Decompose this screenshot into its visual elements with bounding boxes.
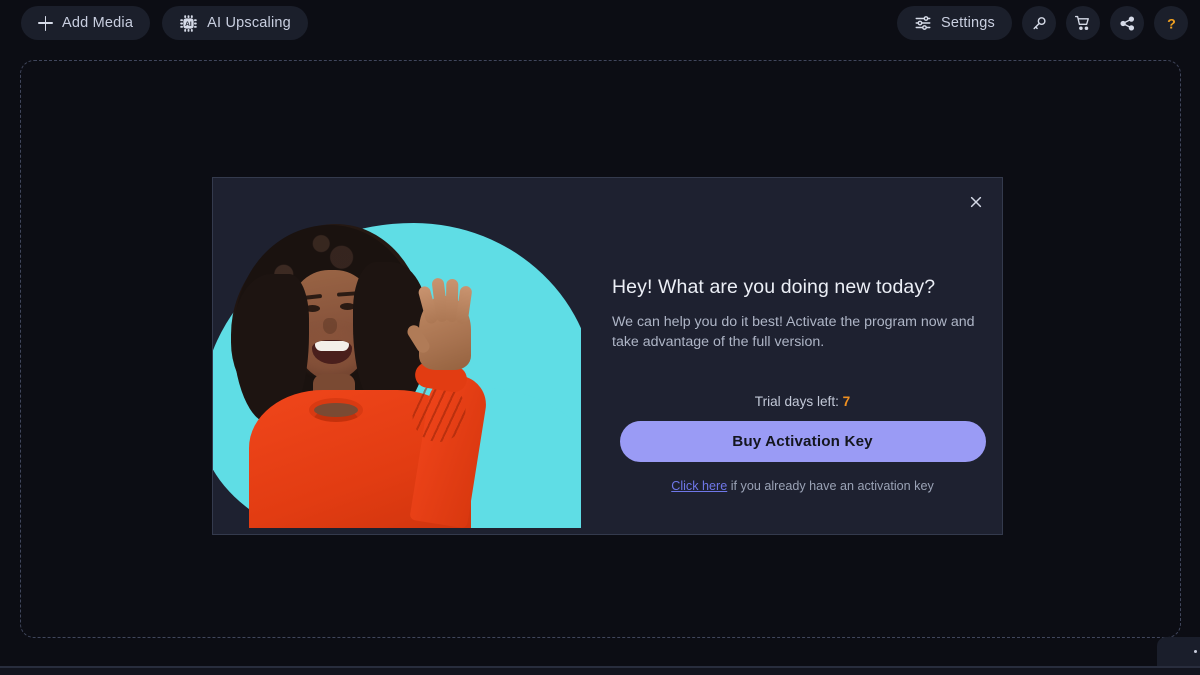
waving-woman-photo — [213, 178, 581, 534]
panel-indicator-dot — [1194, 650, 1197, 653]
dialog-content: Hey! What are you doing new today? We ca… — [601, 178, 1002, 534]
dialog-artwork — [213, 178, 581, 534]
sliders-icon — [914, 14, 932, 32]
question-mark-icon: ? — [1162, 14, 1181, 33]
settings-button[interactable]: Settings — [897, 6, 1012, 40]
activation-note-text: if you already have an activation key — [727, 479, 934, 493]
toolbar-left-group: Add Media AI AI Upscaling — [0, 6, 308, 40]
key-icon — [1031, 15, 1048, 32]
ai-upscaling-label: AI Upscaling — [207, 15, 291, 31]
dialog-title: Hey! What are you doing new today? — [612, 276, 936, 298]
artwork-bottom-mask — [213, 528, 581, 534]
trial-label: Trial days left: — [754, 394, 839, 409]
share-icon — [1119, 15, 1136, 32]
help-button[interactable]: ? — [1154, 6, 1188, 40]
ai-chip-icon: AI — [179, 14, 198, 33]
activation-dialog: Hey! What are you doing new today? We ca… — [212, 177, 1003, 535]
cart-button[interactable] — [1066, 6, 1100, 40]
svg-text:?: ? — [1167, 16, 1176, 32]
add-media-label: Add Media — [62, 15, 134, 31]
bottom-strip — [0, 668, 1200, 675]
share-button[interactable] — [1110, 6, 1144, 40]
svg-text:AI: AI — [185, 21, 192, 28]
trial-status: Trial days left: 7 — [601, 394, 1002, 409]
ai-upscaling-button[interactable]: AI AI Upscaling — [162, 6, 308, 40]
trial-days-value: 7 — [842, 394, 851, 409]
close-button[interactable] — [962, 188, 990, 216]
activation-key-button[interactable] — [1022, 6, 1056, 40]
plus-icon — [38, 15, 53, 31]
shopping-cart-icon — [1074, 14, 1092, 32]
settings-label: Settings — [941, 15, 995, 31]
close-icon — [969, 195, 983, 209]
toolbar-right-group: Settings ? — [897, 6, 1200, 40]
app-window: Add Media AI AI Upscaling Settings ? Hey… — [0, 0, 1200, 675]
click-here-link[interactable]: Click here — [671, 479, 727, 493]
activation-note: Click here if you already have an activa… — [601, 479, 1002, 493]
top-toolbar: Add Media AI AI Upscaling Settings ? — [0, 0, 1200, 46]
add-media-button[interactable]: Add Media — [21, 6, 151, 40]
buy-activation-key-button[interactable]: Buy Activation Key — [619, 421, 986, 462]
dialog-subtitle: We can help you do it best! Activate the… — [612, 314, 975, 350]
